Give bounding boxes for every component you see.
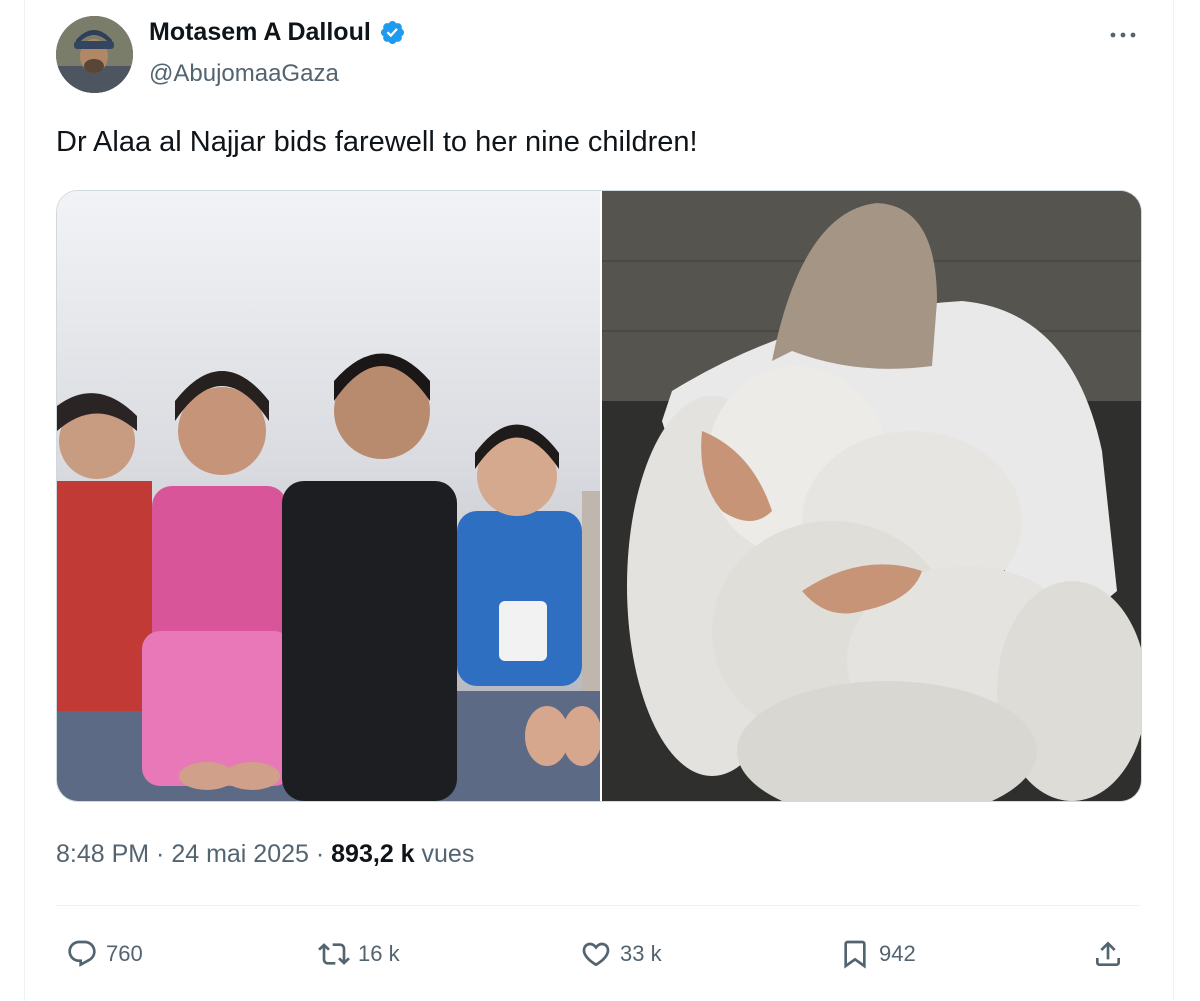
views-label: vues: [414, 840, 475, 868]
repost-count: 16 k: [358, 941, 400, 966]
divider: [56, 905, 1140, 906]
share-icon: [1096, 941, 1120, 966]
photo-children-image: [57, 191, 602, 801]
media-grid: [56, 190, 1142, 802]
verified-badge-icon: [380, 20, 404, 45]
avatar-image: [56, 16, 133, 93]
repost-button[interactable]: 16 k: [318, 930, 400, 978]
action-bar: 760 16 k 33 k 942: [56, 930, 1140, 980]
heart-icon: [582, 942, 610, 967]
meta-separator-2: ·: [308, 840, 332, 868]
photo-mother-shrouds-image: [602, 191, 1141, 801]
meta-separator: ·: [149, 840, 172, 868]
reply-count: 760: [106, 941, 143, 966]
views-count: 893,2 k: [331, 840, 415, 868]
tweet-text: Dr Alaa al Najjar bids farewell to her n…: [56, 126, 698, 158]
bookmark-icon: [844, 940, 866, 969]
author-handle[interactable]: @AbujomaaGaza: [149, 60, 339, 88]
share-button[interactable]: [1092, 930, 1124, 978]
like-button[interactable]: 33 k: [580, 930, 662, 978]
media-photo-mother[interactable]: [602, 191, 1141, 801]
tweet-meta: 8:48 PM · 24 mai 2025 · 893,2 k vues: [56, 840, 474, 869]
more-dots-icon: [1110, 32, 1136, 38]
reply-button[interactable]: 760: [66, 930, 143, 978]
like-count: 33 k: [620, 941, 662, 966]
tweet-time[interactable]: 8:48 PM: [56, 840, 149, 869]
bookmark-count: 942: [879, 941, 916, 966]
avatar[interactable]: [56, 16, 133, 93]
author-name[interactable]: Motasem A Dalloul: [149, 18, 371, 47]
reply-icon: [68, 940, 96, 967]
bookmark-button[interactable]: 942: [839, 930, 916, 978]
media-photo-children[interactable]: [57, 191, 602, 801]
more-options-button[interactable]: [1106, 20, 1140, 50]
tweet-date[interactable]: 24 mai 2025: [171, 840, 309, 869]
repost-icon: [318, 943, 350, 965]
